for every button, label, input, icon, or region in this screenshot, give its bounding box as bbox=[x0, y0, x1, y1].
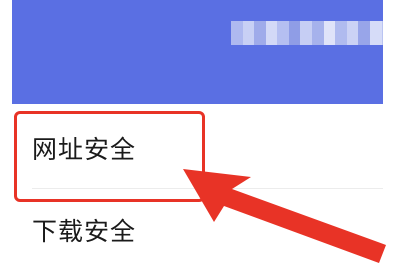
right-margin bbox=[383, 0, 403, 266]
left-margin bbox=[0, 0, 12, 266]
settings-screen: 网址安全 下载安全 bbox=[0, 0, 403, 266]
highlight-box bbox=[14, 111, 205, 202]
app-header bbox=[12, 0, 394, 104]
redacted-title bbox=[231, 21, 394, 45]
menu-item-download-security[interactable]: 下载安全 bbox=[32, 212, 136, 248]
